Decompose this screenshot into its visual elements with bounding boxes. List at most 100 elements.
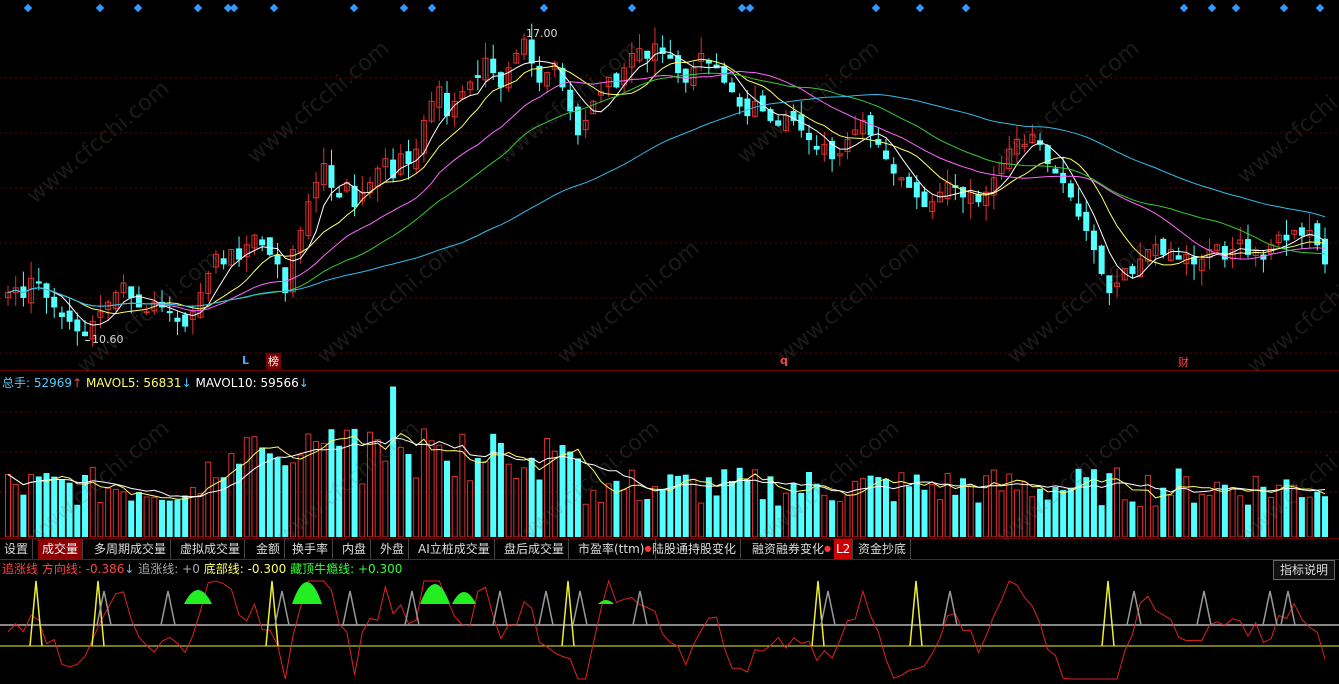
signal-diamond-icon bbox=[539, 3, 549, 13]
volume-bar bbox=[536, 479, 543, 537]
total-volume-value: 52969 bbox=[33, 376, 73, 390]
tab-7[interactable]: 外盘 bbox=[376, 539, 410, 559]
bottom-signal-spike bbox=[811, 580, 825, 647]
indicator-chart[interactable] bbox=[0, 559, 1339, 684]
mavol10-arrow: ↓ bbox=[298, 376, 309, 390]
tab-0[interactable]: 设置 bbox=[0, 539, 34, 559]
volume-bar bbox=[582, 503, 589, 537]
tab-6[interactable]: 内盘 bbox=[338, 539, 372, 559]
volume-legend: 总手: 52969↑ MAVOL5: 56831↓ MAVOL10: 59566… bbox=[2, 374, 309, 391]
volume-bar bbox=[1298, 497, 1305, 537]
candle-body bbox=[1175, 255, 1182, 260]
event-marker-l[interactable]: L bbox=[242, 354, 249, 367]
volume-chart[interactable] bbox=[0, 372, 1339, 537]
candle-body bbox=[975, 193, 982, 203]
tab-8[interactable]: AI立桩成交量 bbox=[414, 539, 495, 559]
volume-bar bbox=[998, 490, 1005, 537]
volume-bar bbox=[1183, 476, 1190, 537]
bottom-signal-spike bbox=[265, 580, 279, 647]
top-line-value: +0.300 bbox=[357, 562, 403, 576]
total-volume-label: 总手: bbox=[2, 376, 31, 390]
volume-bar bbox=[798, 492, 805, 537]
tab-11[interactable]: 陆股通持股变化 bbox=[648, 539, 742, 559]
signal-diamond-icon bbox=[349, 3, 359, 13]
direction-line-label: 方向线: bbox=[41, 562, 82, 576]
candle-body bbox=[1129, 266, 1136, 274]
volume-bar bbox=[1268, 496, 1275, 537]
volume-bar bbox=[813, 483, 820, 537]
tab-5[interactable]: 换手率 bbox=[288, 539, 334, 559]
volume-bar bbox=[159, 499, 166, 537]
candle-body bbox=[66, 310, 73, 322]
mavol10-value: 59566 bbox=[260, 376, 299, 390]
signal-diamond-icon bbox=[269, 3, 279, 13]
tab-3[interactable]: 虚拟成交量 bbox=[176, 539, 246, 559]
tab-4[interactable]: 金额 bbox=[252, 539, 286, 559]
volume-bar bbox=[82, 475, 89, 537]
candle-body bbox=[528, 39, 535, 64]
price-chart[interactable] bbox=[0, 0, 1339, 370]
volume-bar bbox=[1067, 487, 1074, 537]
candle-body bbox=[490, 58, 497, 74]
volume-bar bbox=[521, 467, 528, 537]
mavol5-label: MAVOL5: bbox=[85, 376, 140, 390]
volume-bar bbox=[374, 439, 381, 537]
volume-bar bbox=[1029, 496, 1036, 537]
candle-body bbox=[1283, 234, 1290, 241]
volume-bar bbox=[459, 433, 466, 537]
tab-10[interactable]: 市盈率(ttm)● bbox=[574, 539, 657, 559]
volume-panel[interactable]: 总手: 52969↑ MAVOL5: 56831↓ MAVOL10: 59566… bbox=[0, 372, 1339, 537]
candle-body bbox=[351, 185, 358, 208]
signal-diamond-icon bbox=[23, 3, 33, 13]
mavol5-value: 56831 bbox=[143, 376, 182, 390]
event-marker-q[interactable]: q bbox=[780, 354, 788, 367]
signal-diamond-icon bbox=[229, 3, 239, 13]
candle-body bbox=[282, 267, 289, 294]
volume-bar bbox=[120, 491, 127, 537]
candle-body bbox=[1106, 275, 1113, 294]
volume-bar bbox=[1052, 486, 1059, 537]
volume-bar bbox=[228, 453, 235, 537]
event-marker-cai[interactable]: 财 bbox=[1178, 354, 1189, 370]
volume-bar bbox=[467, 480, 474, 537]
candle-body bbox=[128, 286, 135, 298]
tab-dot-icon: ● bbox=[824, 544, 831, 553]
volume-bar bbox=[975, 502, 982, 537]
indicator-help-button[interactable]: 指标说明 bbox=[1272, 560, 1335, 580]
volume-bar bbox=[1206, 494, 1213, 537]
volume-bar bbox=[1106, 473, 1113, 537]
volume-bar bbox=[420, 428, 427, 537]
candle-body bbox=[266, 237, 273, 255]
volume-bar bbox=[1044, 499, 1051, 537]
candle-body bbox=[883, 150, 889, 160]
chase-signal-spike bbox=[572, 590, 588, 626]
volume-bar bbox=[690, 478, 697, 537]
total-volume-arrow: ↑ bbox=[72, 376, 83, 390]
volume-bar bbox=[1237, 495, 1244, 537]
volume-bar bbox=[1314, 491, 1321, 537]
chase-line-value: +0 bbox=[182, 562, 200, 576]
candle-body bbox=[775, 120, 782, 126]
bottom-signal-spike bbox=[29, 580, 43, 647]
candle-body bbox=[220, 258, 227, 265]
price-chart-panel[interactable]: 17.00 10.60 L 榜 q 财 bbox=[0, 0, 1339, 371]
volume-bar bbox=[921, 489, 928, 537]
tab-9[interactable]: 盘后成交量 bbox=[500, 539, 570, 559]
mavol5-arrow: ↓ bbox=[181, 376, 192, 390]
volume-bar bbox=[559, 445, 566, 537]
tab-12[interactable]: 融资融券变化● bbox=[748, 539, 836, 559]
tab-13[interactable]: L2 bbox=[834, 539, 854, 559]
candle-body bbox=[644, 50, 651, 59]
signal-diamond-icon bbox=[399, 3, 409, 13]
volume-bar bbox=[1060, 490, 1067, 537]
tab-1[interactable]: 成交量 bbox=[38, 539, 84, 559]
volume-bar bbox=[1114, 467, 1121, 537]
volume-bar bbox=[451, 476, 458, 537]
volume-bar bbox=[698, 502, 705, 537]
indicator-panel[interactable]: 追涨线 方向线: -0.386↓ 追涨线: +0 底部线: -0.300 藏顶牛… bbox=[0, 559, 1339, 684]
event-marker-bang[interactable]: 榜 bbox=[266, 353, 281, 369]
volume-bar bbox=[836, 500, 843, 537]
volume-bar bbox=[721, 469, 728, 537]
tab-14[interactable]: 资金抄底 bbox=[854, 539, 912, 559]
tab-2[interactable]: 多周期成交量 bbox=[90, 539, 172, 559]
